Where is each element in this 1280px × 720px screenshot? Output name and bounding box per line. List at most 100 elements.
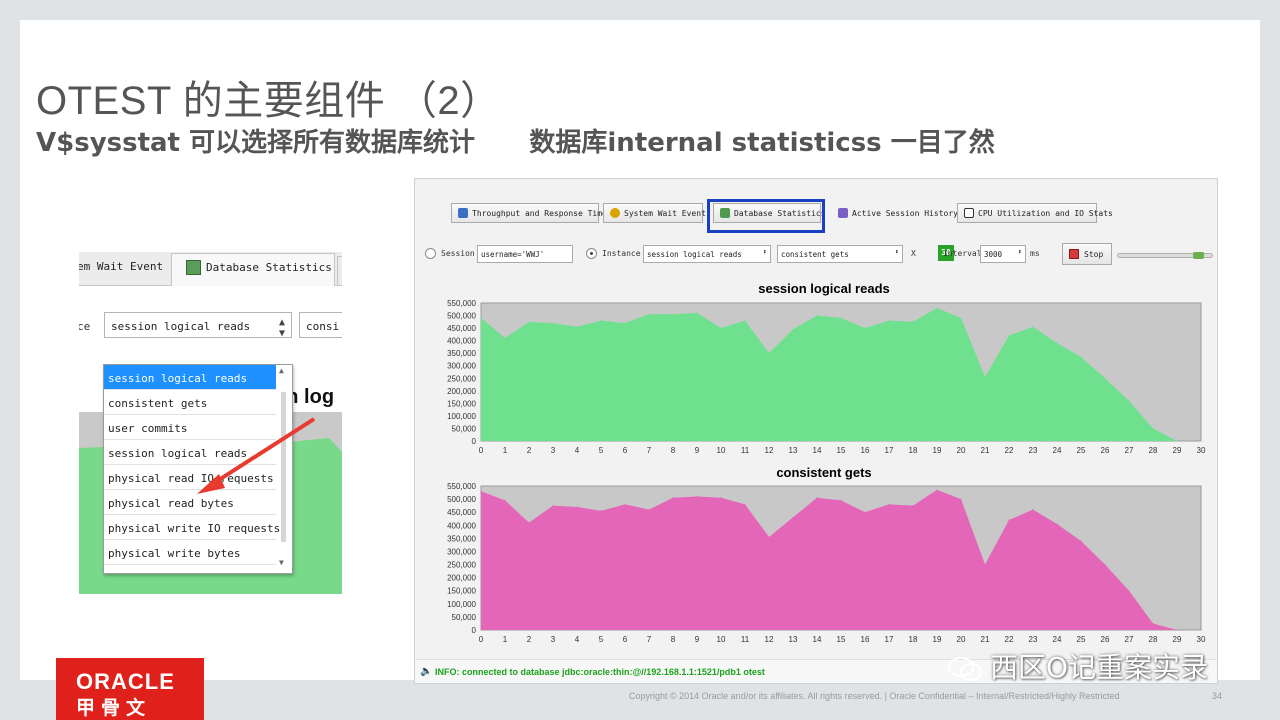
y-tick-label: 250,000 bbox=[447, 561, 476, 570]
x-tick-label: 22 bbox=[1005, 635, 1014, 644]
y-tick-label: 150,000 bbox=[447, 587, 476, 596]
data-point bbox=[960, 317, 962, 319]
data-point bbox=[1200, 440, 1202, 442]
data-point bbox=[1104, 563, 1106, 566]
data-point bbox=[1152, 427, 1154, 430]
statistics-charts: session logical reads 050,000100,000150,… bbox=[447, 281, 1206, 644]
page-number: 34 bbox=[1212, 691, 1223, 701]
y-tick-label: 450,000 bbox=[447, 508, 476, 517]
data-point bbox=[984, 376, 986, 378]
data-point bbox=[888, 503, 890, 505]
data-point bbox=[552, 322, 554, 324]
x-tick-label: 11 bbox=[741, 635, 750, 644]
x-tick-label: 26 bbox=[1101, 635, 1110, 644]
x-tick-label: 16 bbox=[861, 635, 870, 644]
oracle-logo-text: ORACLE bbox=[76, 669, 175, 694]
data-point bbox=[720, 497, 722, 499]
data-point bbox=[792, 516, 794, 519]
x-tick-label: 16 bbox=[861, 446, 870, 455]
data-point bbox=[600, 510, 602, 512]
data-point bbox=[576, 326, 578, 328]
x-tick-label: 28 bbox=[1149, 446, 1158, 455]
data-point bbox=[624, 322, 626, 324]
x-tick-label: 29 bbox=[1173, 635, 1182, 644]
x-tick-label: 17 bbox=[885, 635, 894, 644]
x-tick-label: 19 bbox=[933, 446, 942, 455]
data-point bbox=[984, 563, 986, 566]
data-point bbox=[912, 321, 914, 323]
slide-subtitle: V$sysstat 可以选择所有数据库统计 数据库internal statis… bbox=[36, 122, 995, 159]
x-tick-label: 5 bbox=[599, 635, 604, 644]
x-tick-label: 8 bbox=[671, 446, 676, 455]
x-tick-label: 10 bbox=[717, 446, 726, 455]
x-tick-label: 6 bbox=[623, 635, 628, 644]
x-tick-label: 13 bbox=[789, 446, 798, 455]
x-tick-label: 9 bbox=[695, 446, 700, 455]
data-point bbox=[1152, 622, 1154, 625]
x-tick-label: 6 bbox=[623, 446, 628, 455]
data-point bbox=[720, 327, 722, 329]
x-tick-label: 7 bbox=[647, 446, 652, 455]
data-point bbox=[768, 536, 770, 538]
data-point bbox=[1176, 629, 1178, 631]
data-point bbox=[1032, 508, 1034, 511]
x-tick-label: 0 bbox=[479, 635, 484, 644]
y-tick-label: 200,000 bbox=[447, 387, 476, 396]
y-tick-label: 0 bbox=[472, 437, 477, 446]
x-tick-label: 2 bbox=[527, 635, 532, 644]
x-tick-label: 12 bbox=[765, 446, 774, 455]
data-point bbox=[864, 327, 866, 329]
y-tick-label: 350,000 bbox=[447, 534, 476, 543]
x-tick-label: 10 bbox=[717, 635, 726, 644]
subtitle-left: V$sysstat 可以选择所有数据库统计 bbox=[36, 128, 476, 158]
x-tick-label: 20 bbox=[957, 635, 966, 644]
x-tick-label: 15 bbox=[837, 446, 846, 455]
data-point bbox=[1080, 356, 1082, 358]
wechat-watermark: 西区O记重案实录 bbox=[948, 646, 1208, 686]
y-tick-label: 350,000 bbox=[447, 349, 476, 358]
data-point bbox=[1176, 440, 1178, 442]
data-point bbox=[864, 511, 866, 513]
data-point bbox=[528, 321, 530, 323]
x-tick-label: 27 bbox=[1125, 635, 1134, 644]
data-point bbox=[816, 314, 818, 317]
y-tick-label: 100,000 bbox=[447, 600, 476, 609]
x-tick-label: 2 bbox=[527, 446, 532, 455]
chart-2-title: consistent gets bbox=[776, 465, 871, 480]
copyright-text: Copyright © 2014 Oracle and/or its affil… bbox=[629, 691, 1120, 701]
x-tick-label: 22 bbox=[1005, 446, 1014, 455]
data-point bbox=[648, 313, 650, 315]
data-point bbox=[840, 317, 842, 319]
x-tick-label: 3 bbox=[551, 446, 556, 455]
data-point bbox=[768, 352, 770, 354]
x-tick-label: 30 bbox=[1197, 446, 1206, 455]
x-tick-label: 26 bbox=[1101, 446, 1110, 455]
data-point bbox=[960, 498, 962, 500]
x-tick-label: 18 bbox=[909, 446, 918, 455]
x-tick-label: 7 bbox=[647, 635, 652, 644]
x-tick-label: 17 bbox=[885, 446, 894, 455]
data-point bbox=[696, 495, 698, 498]
y-tick-label: 250,000 bbox=[447, 374, 476, 383]
data-point bbox=[1056, 523, 1058, 525]
data-point bbox=[816, 497, 818, 499]
y-tick-label: 450,000 bbox=[447, 324, 476, 333]
zoomed-dropdown-screenshot: em Wait Event Database Statistics ce ses… bbox=[79, 252, 342, 594]
x-tick-label: 18 bbox=[909, 635, 918, 644]
y-tick-label: 550,000 bbox=[447, 482, 476, 491]
data-point bbox=[672, 313, 674, 315]
y-tick-label: 400,000 bbox=[447, 521, 476, 530]
x-tick-label: 28 bbox=[1149, 635, 1158, 644]
data-point bbox=[672, 497, 674, 499]
y-tick-label: 500,000 bbox=[447, 312, 476, 321]
data-point bbox=[624, 503, 626, 505]
data-point bbox=[792, 328, 794, 330]
x-tick-label: 3 bbox=[551, 635, 556, 644]
x-tick-label: 24 bbox=[1053, 446, 1062, 455]
y-tick-label: 150,000 bbox=[447, 399, 476, 408]
x-tick-label: 23 bbox=[1029, 635, 1038, 644]
data-point bbox=[504, 337, 506, 339]
y-tick-label: 200,000 bbox=[447, 574, 476, 583]
x-tick-label: 5 bbox=[599, 446, 604, 455]
otest-app-screenshot: Throughput and Response Time System Wait… bbox=[414, 178, 1218, 684]
